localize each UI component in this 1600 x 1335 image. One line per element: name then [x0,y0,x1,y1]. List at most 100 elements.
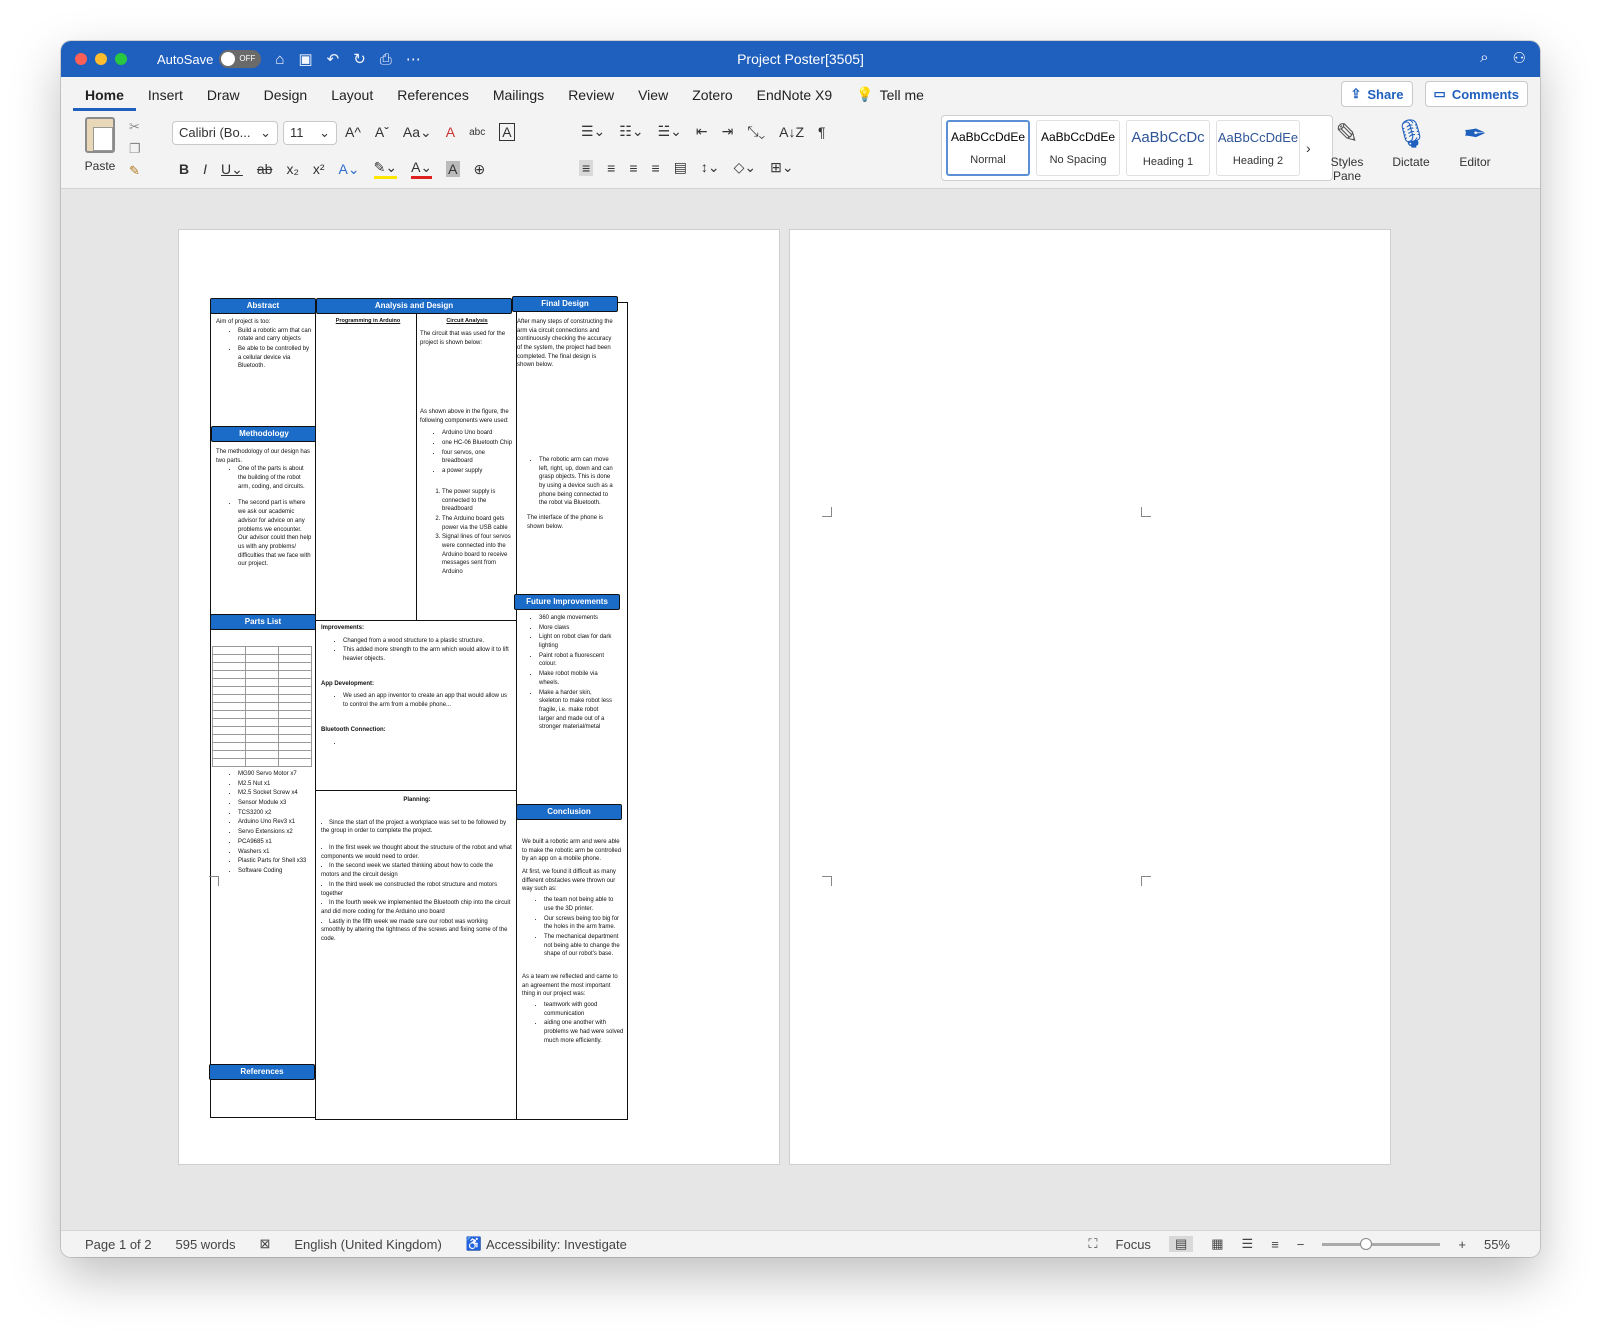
change-case-icon[interactable]: Aa⌄ [403,124,432,141]
table-cell [278,694,312,703]
zoom-slider-knob[interactable] [1360,1237,1373,1250]
style-heading-2[interactable]: AaBbCcDdEe Heading 2 [1216,120,1300,176]
close-window-button[interactable] [75,53,87,65]
numbering-icon[interactable]: ☷⌄ [619,123,643,140]
sort-icon[interactable]: A↓Z [779,124,804,140]
undo-icon[interactable]: ↶ [327,50,340,68]
format-painter-icon[interactable]: ✎ [129,163,141,179]
strikethrough-icon[interactable]: ab [257,161,273,177]
word-count[interactable]: 595 words [176,1237,236,1252]
align-left-icon[interactable]: ≡ [579,159,594,176]
page-1[interactable]: Abstract Aim of project is too: Build a … [178,229,780,1165]
text-direction-icon[interactable]: ⤡⌄ [747,123,765,140]
tab-view[interactable]: View [626,87,680,111]
share-button[interactable]: ⇪ Share [1341,81,1413,107]
font-size-select[interactable]: 11 ⌄ [283,121,337,145]
account-icon[interactable]: ⚇ [1513,49,1526,67]
tab-draw[interactable]: Draw [195,87,252,111]
draft-icon[interactable]: ≡ [1271,1237,1279,1252]
tab-mailings[interactable]: Mailings [481,87,556,111]
phonetic-icon[interactable]: abc [469,127,485,138]
tab-endnote[interactable]: EndNote X9 [745,87,845,111]
tab-insert[interactable]: Insert [136,87,195,111]
styles-pane-button[interactable]: ✎ Styles Pane [1323,117,1371,183]
show-marks-icon[interactable]: ¶ [818,124,826,140]
outline-icon[interactable]: ☰ [1242,1236,1254,1252]
superscript-icon[interactable]: x² [313,161,325,177]
zoom-level[interactable]: 55% [1484,1237,1510,1252]
focus-button[interactable]: Focus [1116,1237,1151,1252]
tab-design[interactable]: Design [252,87,320,111]
language[interactable]: English (United Kingdom) [294,1237,441,1252]
align-center-icon[interactable]: ≡ [607,160,615,176]
zoom-in-icon[interactable]: + [1458,1237,1466,1252]
minimize-window-button[interactable] [95,53,107,65]
clear-formatting-icon[interactable]: A [446,124,455,140]
comments-button[interactable]: ▭ Comments [1424,81,1528,107]
print-icon[interactable]: ⎙ [380,51,392,68]
borders-icon[interactable]: ⊞⌄ [770,159,793,176]
styles-more-icon[interactable]: › [1306,140,1311,156]
tell-me[interactable]: 💡 Tell me [844,86,936,111]
save-icon[interactable]: ▣ [298,50,312,68]
style-no-spacing[interactable]: AaBbCcDdEe No Spacing [1036,120,1120,176]
align-right-icon[interactable]: ≡ [629,160,637,176]
dictate-button[interactable]: 🎙 Dictate [1387,117,1435,169]
multilevel-list-icon[interactable]: ☱⌄ [658,123,682,140]
table-cell [245,758,279,767]
table-cell [278,758,312,767]
page-count[interactable]: Page 1 of 2 [85,1237,152,1252]
autosave-toggle[interactable]: OFF [219,50,262,68]
shading-icon[interactable]: ◇⌄ [734,159,757,176]
document-canvas[interactable]: Abstract Aim of project is too: Build a … [61,189,1540,1201]
paste-button[interactable]: Paste [75,117,125,173]
abstract-heading: Abstract [210,298,316,314]
zoom-slider[interactable] [1322,1237,1441,1250]
print-layout-icon[interactable]: ▤ [1168,1236,1194,1252]
bullets-icon[interactable]: ☰⌄ [581,123,605,140]
zoom-out-icon[interactable]: − [1297,1237,1305,1252]
home-icon[interactable]: ⌂ [275,51,284,68]
bold-icon[interactable]: B [179,161,189,177]
zoom-window-button[interactable] [115,53,127,65]
tab-references[interactable]: References [385,87,481,111]
tab-home[interactable]: Home [73,87,136,111]
proofing-icon[interactable]: ⊠ [259,1236,270,1252]
underline-icon[interactable]: U⌄ [221,161,243,178]
search-icon[interactable]: ⌕ [1480,49,1488,67]
style-heading-1[interactable]: AaBbCcDc Heading 1 [1126,120,1210,176]
styles-pane-label: Styles Pane [1330,155,1364,183]
accessibility-status[interactable]: Accessibility: Investigate [486,1237,627,1252]
font-name-select[interactable]: Calibri (Bo... ⌄ [172,121,278,145]
character-shading-icon[interactable]: A [446,161,460,177]
font-color-icon[interactable]: A⌄ [411,159,433,179]
style-normal[interactable]: AaBbCcDdEe Normal [946,120,1030,176]
subscript-icon[interactable]: x₂ [286,161,298,177]
enclose-characters-icon[interactable]: ⊕ [474,161,486,178]
tab-zotero[interactable]: Zotero [680,87,744,111]
style-preview: AaBbCcDdEe [1217,129,1299,145]
tab-review[interactable]: Review [556,87,626,111]
editor-button[interactable]: ✒ Editor [1453,117,1497,169]
text-effects-icon[interactable]: A⌄ [339,161,360,178]
more-icon[interactable]: ⋯ [406,50,421,68]
tab-layout[interactable]: Layout [319,87,385,111]
italic-icon[interactable]: I [203,161,207,177]
decrease-indent-icon[interactable]: ⇤ [696,123,708,140]
line-spacing-icon[interactable]: ↕⌄ [701,159,720,176]
justify-icon[interactable]: ≡ [652,160,660,176]
character-border-icon[interactable]: A [499,123,515,141]
circuit-step: Signal lines of four servos were connect… [442,533,514,576]
increase-indent-icon[interactable]: ⇥ [722,123,734,140]
web-layout-icon[interactable]: ▦ [1211,1236,1223,1252]
page-2[interactable] [789,229,1391,1165]
cut-icon[interactable]: ✂ [129,119,141,135]
distributed-icon[interactable]: ▤ [674,159,687,176]
highlight-icon[interactable]: ✎⌄ [373,159,398,179]
future-bullet: More claws [539,624,615,633]
redo-icon[interactable]: ↻ [353,50,366,68]
table-cell [278,678,312,687]
shrink-font-icon[interactable]: Aˇ [375,124,389,140]
grow-font-icon[interactable]: A^ [345,124,361,140]
copy-icon[interactable]: ❐ [129,141,141,157]
